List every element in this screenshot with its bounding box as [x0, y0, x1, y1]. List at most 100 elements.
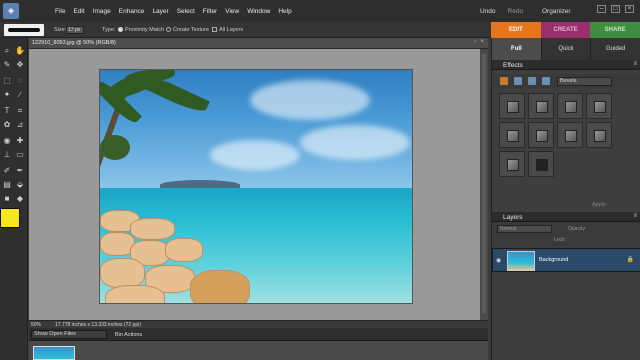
bevel-thumbnail[interactable]	[557, 122, 583, 148]
proximity-match-radio[interactable]: Proximity Match	[118, 27, 164, 33]
tab-quick[interactable]: Quick	[542, 38, 592, 60]
menu-filter[interactable]: Filter	[203, 8, 217, 15]
redo-button[interactable]: Redo	[508, 8, 524, 15]
effects-panel-header[interactable]: Effects ≡	[492, 60, 640, 70]
size-field[interactable]: 17 px	[66, 26, 84, 34]
zoom-tool-icon[interactable]: ⌕	[2, 46, 12, 56]
healing-brush-tool-icon[interactable]: ✚	[15, 136, 25, 146]
paint-bucket-tool-icon[interactable]: ⬙	[15, 180, 25, 190]
panel-menu-icon[interactable]: ≡	[633, 61, 637, 67]
apply-button[interactable]: Apply	[592, 202, 606, 208]
bevel-thumbnail[interactable]	[586, 93, 612, 119]
layers-panel-header[interactable]: Layers ≡	[492, 212, 640, 222]
tab-share[interactable]: SHARE	[590, 22, 640, 38]
show-open-files-dropdown[interactable]: Show Open Files	[31, 330, 107, 339]
lasso-tool-icon[interactable]: ◌	[15, 76, 25, 86]
document-title-bar: 122910_8053.jpg @ 50% (RGB/8) ▫ ×	[29, 38, 488, 49]
bevel-preview	[507, 159, 519, 171]
bevel-preview	[565, 101, 577, 113]
photo-canvas[interactable]	[99, 69, 413, 304]
photo-rocks	[100, 210, 260, 303]
doc-close-icon[interactable]: ×	[480, 39, 484, 45]
bevel-thumbnail[interactable]	[499, 122, 525, 148]
bevel-thumbnail[interactable]	[528, 151, 554, 177]
bevel-preview	[594, 130, 606, 142]
bevel-thumbnail[interactable]	[528, 122, 554, 148]
effects-toolbar: Bevels	[492, 74, 640, 88]
bevel-thumbnail[interactable]	[528, 93, 554, 119]
gradient-tool-icon[interactable]: ▤	[2, 180, 12, 190]
project-bin	[29, 341, 488, 360]
foreground-color-swatch[interactable]	[0, 208, 20, 228]
photo-cloud	[250, 80, 370, 120]
red-eye-tool-icon[interactable]: ◉	[2, 136, 12, 146]
eye-icon[interactable]: ◉	[496, 257, 501, 264]
smart-brush-tool-icon[interactable]: ✒	[15, 166, 25, 176]
close-icon[interactable]: ×	[625, 5, 634, 13]
open-file-thumbnail[interactable]	[33, 346, 75, 360]
vertical-scrollbar[interactable]	[480, 49, 488, 320]
organizer-button[interactable]: Organizer	[542, 8, 571, 15]
menu-layer[interactable]: Layer	[152, 8, 168, 15]
all-layers-checkbox[interactable]: All Layers	[212, 27, 243, 33]
menu-view[interactable]: View	[225, 8, 239, 15]
photo-rock	[105, 285, 165, 303]
crop-tool-icon[interactable]: ⌗	[15, 106, 25, 116]
menu-window[interactable]: Window	[247, 8, 270, 15]
effects-category-dropdown[interactable]: Bevels	[557, 77, 612, 86]
menu-bar: ◈ File Edit Image Enhance Layer Select F…	[0, 0, 640, 22]
tab-edit[interactable]: EDIT	[491, 22, 541, 38]
size-label: Size:	[54, 27, 67, 33]
sponge-tool-icon[interactable]: ◆	[15, 194, 25, 204]
layers-menu-icon[interactable]: ≡	[633, 213, 637, 219]
layer-styles-icon[interactable]	[514, 77, 522, 85]
menu-help[interactable]: Help	[278, 8, 291, 15]
bin-actions-button[interactable]: Bin Actions	[115, 332, 142, 338]
bevel-thumbnail[interactable]	[557, 93, 583, 119]
layer-row-background[interactable]: ◉ Background 🔒	[492, 248, 640, 272]
document-window-controls: ▫ ×	[474, 39, 484, 45]
selection-brush-tool-icon[interactable]: ∕	[15, 90, 25, 100]
blend-mode-dropdown[interactable]: Normal	[497, 225, 552, 233]
clone-stamp-tool-icon[interactable]: ⊥	[2, 150, 12, 160]
photo-rock	[165, 238, 203, 262]
eyedropper-tool-icon[interactable]: ✎	[2, 60, 12, 70]
straighten-tool-icon[interactable]: ⊿	[15, 120, 25, 130]
menu-edit[interactable]: Edit	[73, 8, 84, 15]
marquee-tool-icon[interactable]: ⬚	[2, 76, 12, 86]
shape-tool-icon[interactable]: ■	[2, 194, 12, 204]
menu-image[interactable]: Image	[93, 8, 111, 15]
tab-guided[interactable]: Guided	[591, 38, 640, 60]
menu-file[interactable]: File	[55, 8, 65, 15]
brush-tool-icon[interactable]: ✐	[2, 166, 12, 176]
bevel-thumbnail[interactable]	[499, 151, 525, 177]
menu-enhance[interactable]: Enhance	[119, 8, 145, 15]
magic-wand-tool-icon[interactable]: ✦	[2, 90, 12, 100]
mode-tabs: EDIT CREATE SHARE	[491, 22, 640, 38]
layers-title: Layers	[503, 214, 523, 221]
photo-effects-icon[interactable]	[528, 77, 536, 85]
cookie-cutter-tool-icon[interactable]: ✿	[2, 120, 12, 130]
bevel-thumbnail[interactable]	[586, 122, 612, 148]
bevel-preview	[565, 130, 577, 142]
menu-items: File Edit Image Enhance Layer Select Fil…	[55, 8, 292, 15]
bevel-thumbnail[interactable]	[499, 93, 525, 119]
bevel-preview	[594, 101, 606, 113]
create-texture-radio[interactable]: Create Texture	[166, 27, 209, 33]
filters-icon[interactable]	[500, 77, 508, 85]
type-tool-icon[interactable]: T	[2, 106, 12, 116]
maximize-icon[interactable]: □	[611, 5, 620, 13]
eraser-tool-icon[interactable]: ▭	[15, 150, 25, 160]
brush-preview[interactable]	[4, 24, 44, 36]
tab-full[interactable]: Full	[492, 38, 542, 60]
bevel-preview	[536, 101, 548, 113]
hand-tool-icon[interactable]: ✋	[15, 46, 25, 56]
menu-select[interactable]: Select	[177, 8, 195, 15]
lock-icon[interactable]: 🔒	[627, 256, 634, 263]
all-effects-icon[interactable]	[542, 77, 550, 85]
undo-button[interactable]: Undo	[480, 8, 496, 15]
minimize-icon[interactable]: –	[597, 5, 606, 13]
doc-minimize-icon[interactable]: ▫	[474, 39, 476, 45]
tab-create[interactable]: CREATE	[540, 22, 591, 38]
move-tool-icon[interactable]: ✥	[15, 60, 25, 70]
